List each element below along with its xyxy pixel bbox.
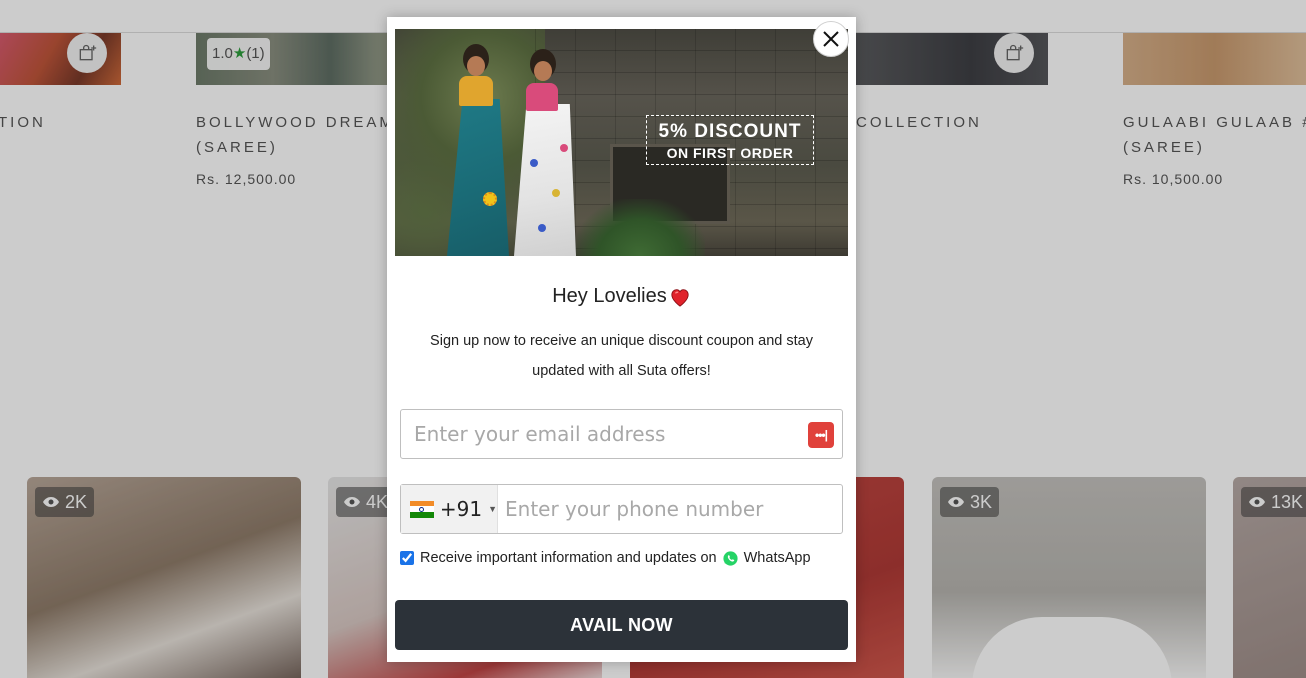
avail-now-button[interactable]: AVAIL NOW [395,600,848,650]
close-icon [823,31,839,47]
blouse [526,83,558,111]
heading-text: Hey Lovelies [552,285,667,307]
country-code-selector[interactable]: +91 ▼ [401,485,498,533]
motif-dot [538,224,546,232]
whatsapp-consent[interactable]: Receive important information and update… [400,547,811,569]
country-code: +91 [439,497,483,521]
close-button[interactable] [813,21,849,57]
popup-heading: Hey Lovelies [387,285,856,308]
email-input[interactable] [401,410,801,458]
signup-popup: 5% DISCOUNT ON FIRST ORDER Hey Lovelies … [387,17,856,662]
promo-banner-image: 5% DISCOUNT ON FIRST ORDER [395,29,848,256]
india-flag-icon [410,500,434,518]
consent-checkbox[interactable] [400,551,414,565]
heart-icon [671,288,689,307]
email-field[interactable]: •••| [400,409,843,459]
motif-dot [552,189,560,197]
plants [575,199,705,256]
whatsapp-label: WhatsApp [743,550,811,566]
face [534,61,552,81]
phone-field[interactable]: +91 ▼ [400,484,843,534]
popup-description: Sign up now to receive an unique discoun… [430,333,813,379]
blouse [459,76,493,106]
chevron-down-icon: ▼ [488,504,497,514]
model-figure [500,49,580,256]
discount-subline: ON FIRST ORDER [666,145,794,161]
motif-dot [530,159,538,167]
discount-label: 5% DISCOUNT ON FIRST ORDER [646,115,814,165]
saree [514,104,576,256]
motif-dot [560,144,568,152]
whatsapp-icon [723,550,738,566]
flower-motif [483,192,497,206]
discount-headline: 5% DISCOUNT [658,121,802,142]
password-manager-icon[interactable]: •••| [808,422,834,448]
face [467,56,485,76]
consent-label: Receive important information and update… [420,550,717,566]
phone-input[interactable] [505,485,835,533]
